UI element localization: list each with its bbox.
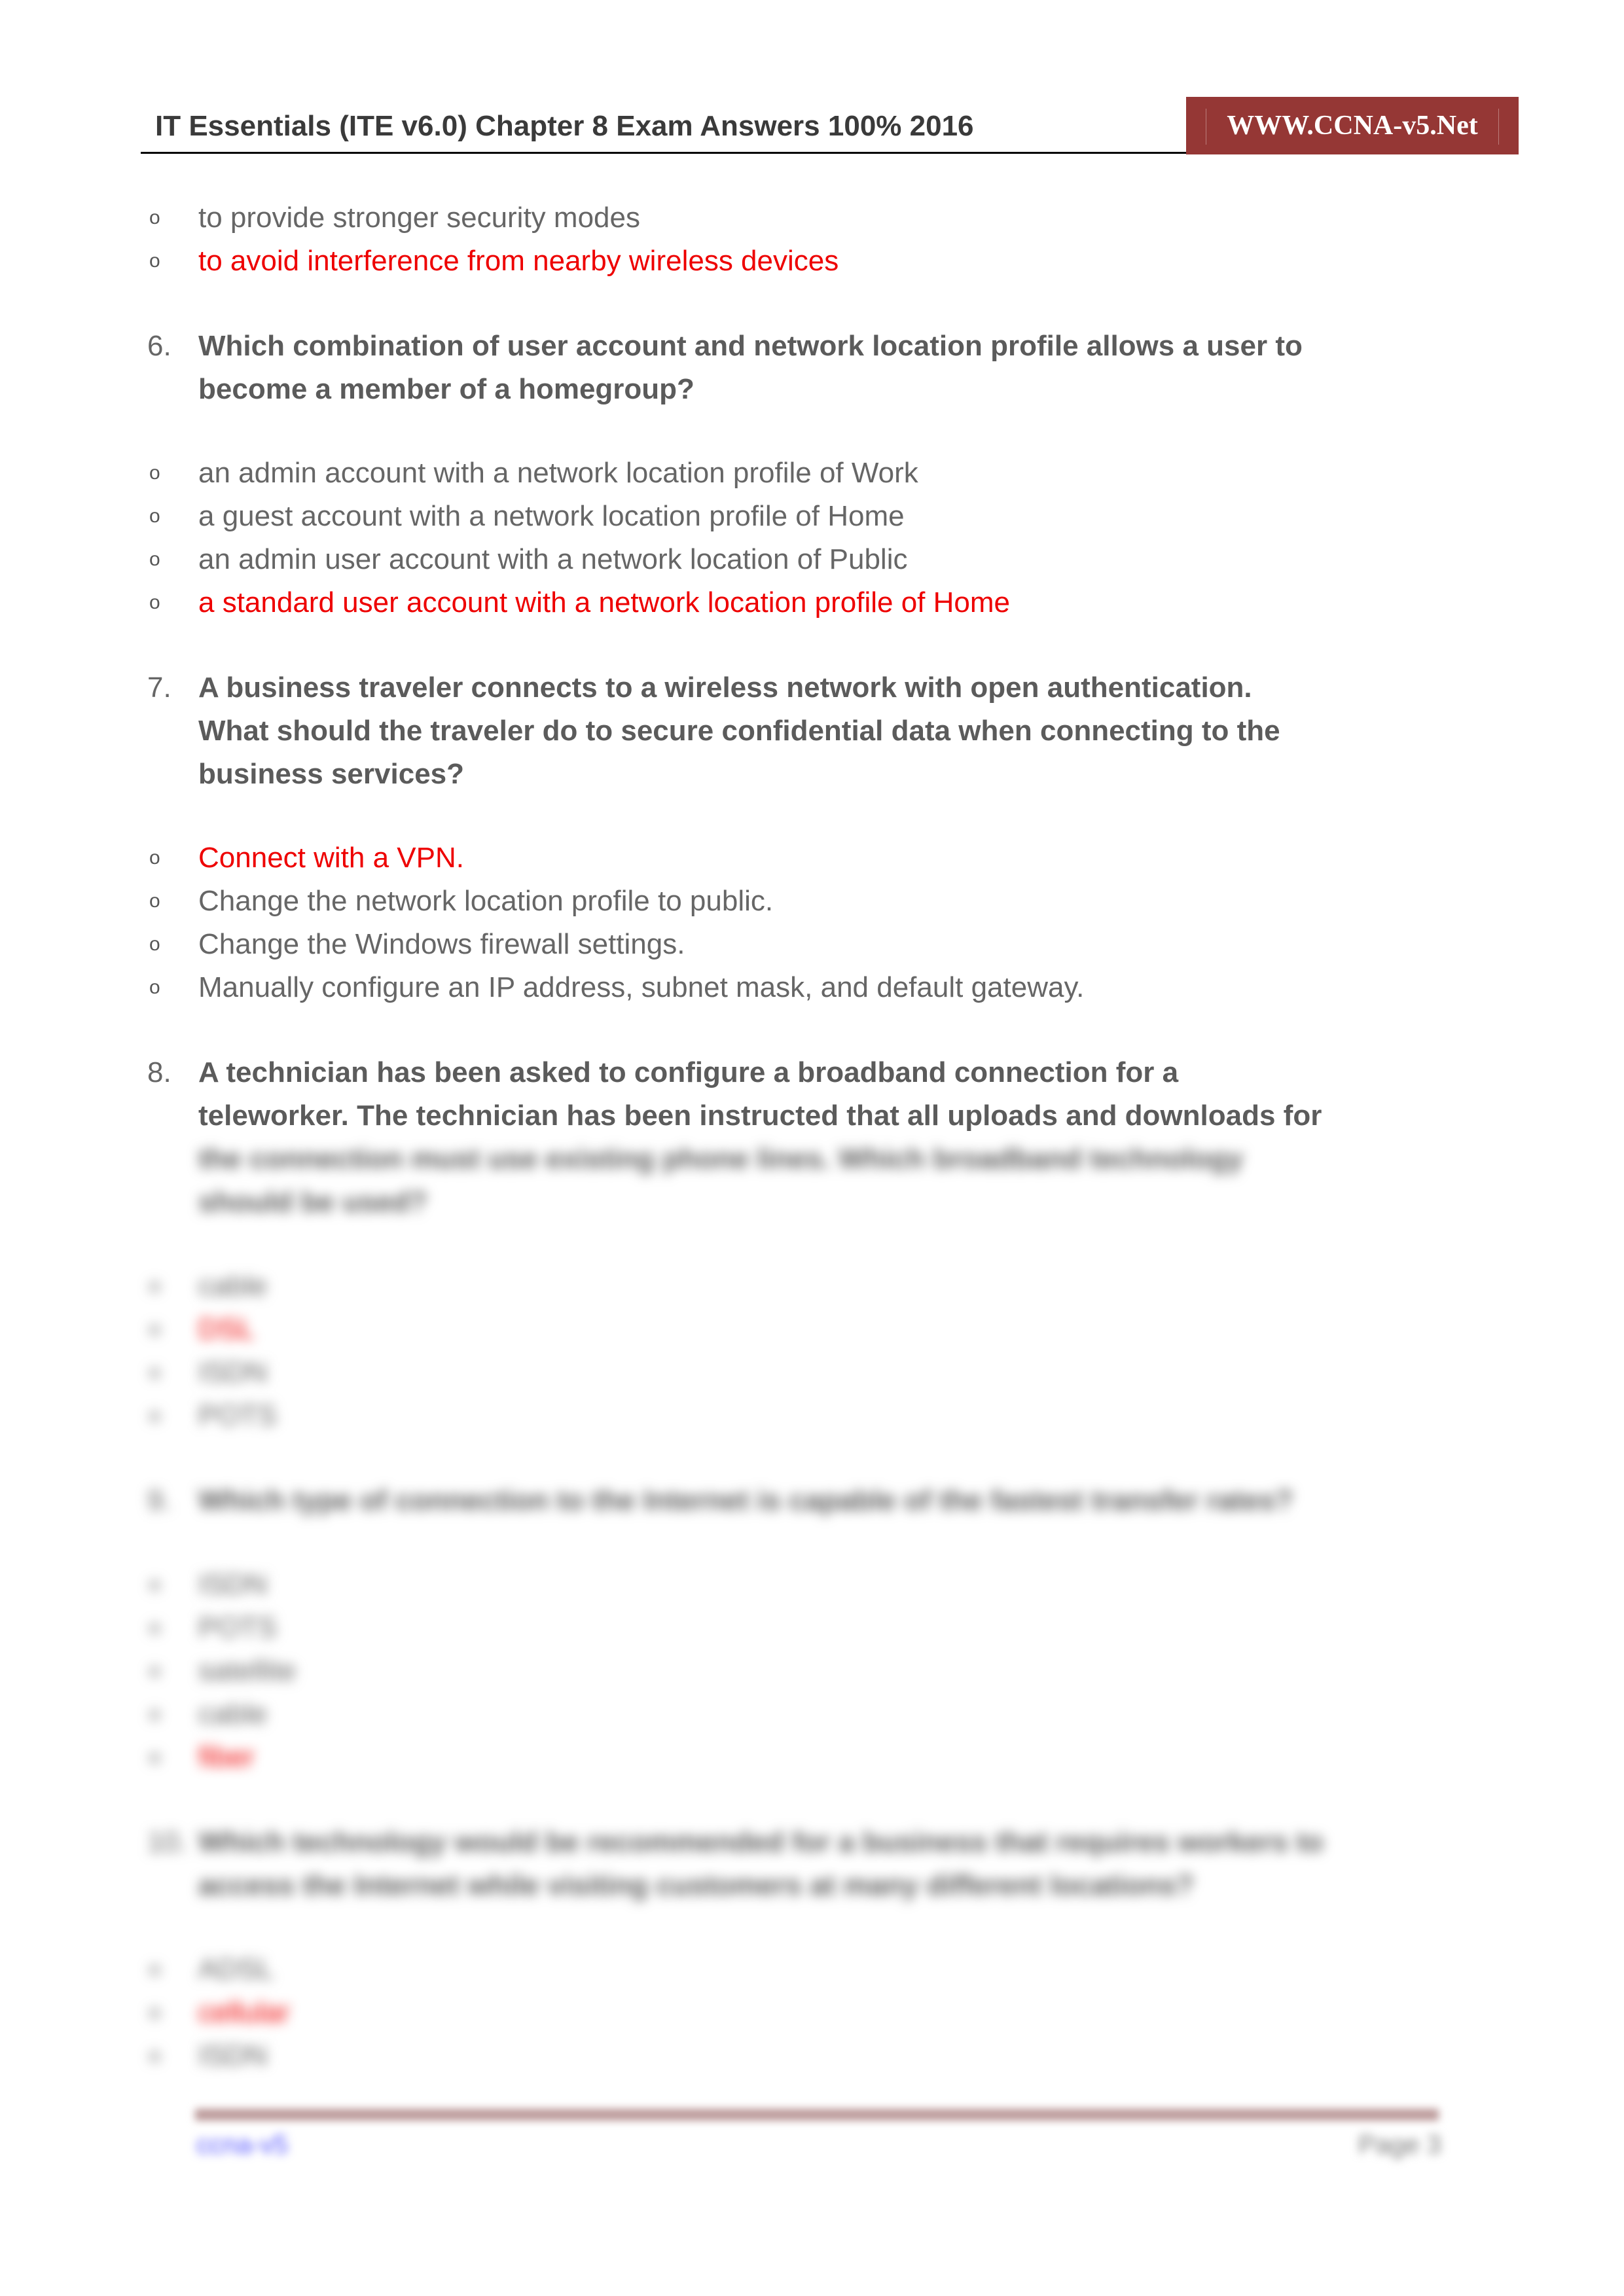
answer-option-correct: o DSL: [149, 1313, 255, 1345]
answer-option: o ISDN: [149, 1568, 268, 1600]
page-header: IT Essentials (ITE v6.0) Chapter 8 Exam …: [141, 97, 1519, 154]
question-9: 9. Which type of connection to the Inter…: [147, 1484, 1293, 1516]
answer-option: o POTS: [149, 1399, 277, 1431]
bullet-icon: o: [149, 548, 160, 570]
question-7: 7. A business traveler connects to a wir…: [147, 672, 1280, 790]
question-10: 10. Which technology would be recommende…: [147, 1826, 1324, 1901]
bullet-icon: o: [149, 250, 160, 272]
answer-option-correct: o to avoid interference from nearby wirel…: [147, 240, 1496, 283]
footer-divider: [195, 2109, 1439, 2121]
exam-content: o to provide stronger security modes o to …: [147, 196, 1496, 2077]
answer-option: o Change the network location profile to …: [147, 880, 1496, 923]
answer-option: o an admin account with a network locatio…: [147, 452, 1496, 495]
bullet-icon: o: [149, 933, 160, 955]
bullet-icon: o: [149, 847, 160, 869]
bullet-icon: o: [149, 977, 160, 998]
document-title: IT Essentials (ITE v6.0) Chapter 8 Exam …: [155, 110, 974, 142]
answer-option: o ISDN: [149, 1356, 268, 1388]
bullet-icon: o: [149, 505, 160, 527]
answer-option: o cable: [149, 1698, 268, 1730]
answer-option: o satellite: [149, 1655, 297, 1687]
header-divider: [141, 152, 1188, 154]
question-6: 6. Which combination of user account and…: [147, 330, 1303, 405]
page-number: Page 3: [1358, 2130, 1441, 2159]
answer-option: o Change the Windows firewall settings.: [147, 923, 1496, 966]
footer-link[interactable]: ccna-v5: [196, 2130, 288, 2160]
answer-option: o POTS: [149, 1611, 277, 1643]
bullet-icon: o: [149, 462, 160, 484]
bullet-icon: o: [149, 890, 160, 912]
answer-option: oa guest account with a network location…: [147, 495, 1496, 538]
answer-option: o to provide stronger security modes: [147, 196, 1496, 240]
blurred-region: the connection must use existing phone l…: [147, 1138, 1496, 2077]
bullet-icon: o: [149, 592, 160, 613]
answer-option-correct: o cellular: [149, 1996, 290, 2028]
question-8: 8. A technician has been asked to config…: [147, 1056, 1322, 1132]
bullet-icon: o: [149, 207, 160, 228]
answer-option: o ADSL: [149, 1953, 274, 1985]
answer-option: o ISDN: [149, 2039, 268, 2072]
answer-option: o cable: [149, 1270, 268, 1302]
answer-option: o Manually configure an IP address, subne…: [147, 966, 1496, 1009]
answer-option: o an admin user account with a network lo…: [147, 538, 1496, 581]
brand-banner[interactable]: WWW.CCNA-v5.Net: [1186, 97, 1519, 154]
answer-option-correct: o fiber: [149, 1741, 255, 1773]
answer-option-correct: o Connect with a VPN.: [147, 836, 1496, 880]
answer-option-correct: oa standard user account with a network …: [147, 581, 1496, 624]
